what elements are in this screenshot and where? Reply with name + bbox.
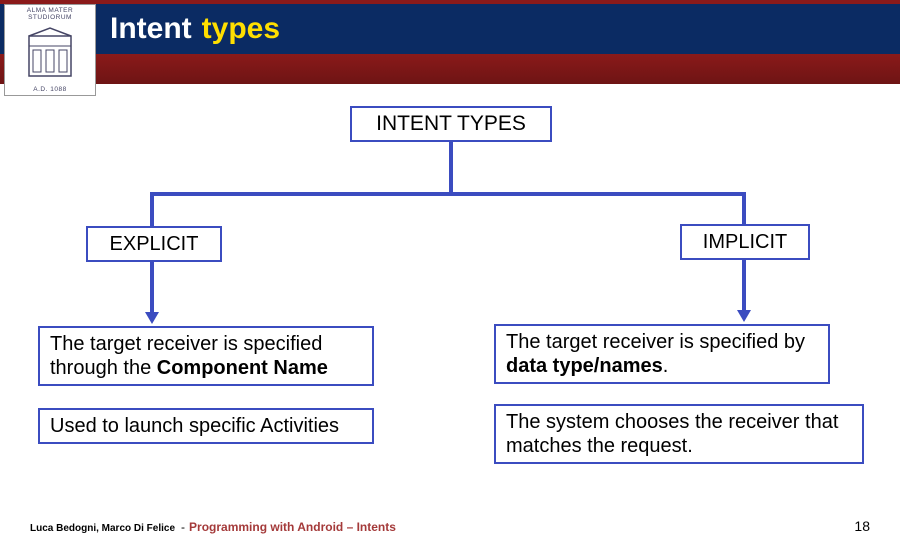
implicit-desc-post: .: [663, 355, 669, 377]
diagram-area: INTENT TYPES EXPLICIT IMPLICIT The targe…: [0, 86, 900, 510]
university-logo: ALMA MATER STUDIORUM A.D. 1088: [4, 4, 96, 96]
footer-page-number: 18: [854, 518, 870, 534]
title-word-2: types: [202, 12, 280, 46]
footer-course: Programming with Android – Intents: [189, 520, 396, 534]
implicit-desc-bold: data type/names: [506, 355, 663, 377]
arrow-down-icon: [737, 310, 751, 322]
slide-footer: Luca Bedogni, Marco Di Felice - Programm…: [0, 518, 900, 534]
implicit-desc-text: The target receiver is specified by: [506, 331, 805, 353]
crest-icon: [25, 26, 75, 82]
explicit-desc-box: The target receiver is specified through…: [38, 326, 374, 386]
connector-line: [150, 192, 154, 226]
slide-header: Intent types: [0, 4, 900, 54]
footer-sep: -: [181, 520, 185, 534]
explicit-node: EXPLICIT: [86, 226, 222, 262]
connector-line: [150, 192, 746, 196]
implicit-note-box: The system chooses the receiver that mat…: [494, 404, 864, 464]
footer-authors: Luca Bedogni, Marco Di Felice: [30, 523, 175, 534]
explicit-note-box: Used to launch specific Activities: [38, 408, 374, 444]
root-label: INTENT TYPES: [376, 112, 526, 136]
logo-top-text: ALMA MATER STUDIORUM: [7, 7, 93, 21]
arrow-down-icon: [145, 312, 159, 324]
connector-line: [742, 192, 746, 226]
connector-line: [449, 142, 453, 192]
implicit-desc-box: The target receiver is specified by data…: [494, 324, 830, 384]
explicit-desc-bold: Component Name: [157, 357, 328, 379]
connector-line: [150, 262, 154, 312]
title-word-1: Intent: [110, 12, 192, 46]
implicit-label: IMPLICIT: [703, 231, 787, 254]
root-node: INTENT TYPES: [350, 106, 552, 142]
explicit-label: EXPLICIT: [110, 233, 199, 256]
implicit-note-text: The system chooses the receiver that mat…: [506, 411, 838, 457]
header-underbar: [0, 54, 900, 84]
explicit-note-text: Used to launch specific Activities: [50, 415, 339, 438]
implicit-node: IMPLICIT: [680, 224, 810, 260]
connector-line: [742, 260, 746, 310]
